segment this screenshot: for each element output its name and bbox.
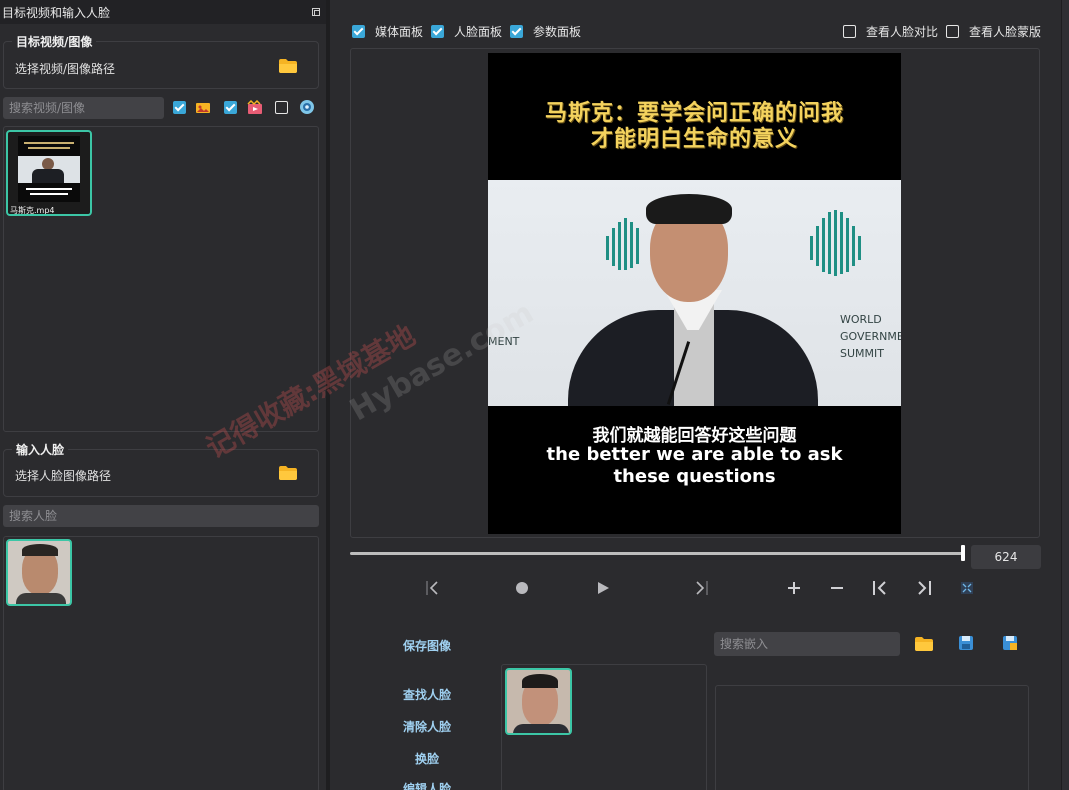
filter-webcam-checkbox[interactable] [275, 101, 288, 114]
video-seek-slider[interactable] [350, 552, 964, 555]
video-scene: MENT WORLD GOVERNMEN SUMMIT [488, 180, 901, 406]
save-image-button[interactable]: 保存图像 [387, 637, 467, 654]
swap-faces-button[interactable]: 换脸 [387, 750, 467, 767]
input-face-item[interactable] [6, 539, 72, 606]
media-list: 马斯克.mp4 [3, 126, 319, 432]
event-logo-left [606, 218, 639, 270]
face-mask-toggle[interactable]: 查看人脸蒙版 [946, 23, 1041, 40]
detected-face-item[interactable] [505, 668, 572, 735]
record-button[interactable] [513, 579, 531, 597]
face-compare-label: 查看人脸对比 [866, 25, 939, 39]
open-face-folder-icon[interactable] [279, 466, 297, 480]
add-marker-button[interactable] [785, 579, 803, 597]
skip-back-icon [873, 581, 886, 595]
frame-number-field[interactable]: 624 [971, 545, 1041, 569]
params-panel-toggle[interactable]: 参数面板 [510, 23, 581, 40]
input-face-path-label: 选择人脸图像路径 [15, 469, 112, 483]
previous-frame-button[interactable] [424, 579, 442, 597]
fit-to-screen-icon [961, 582, 973, 594]
undock-icon[interactable] [312, 8, 320, 16]
media-item[interactable]: 马斯克.mp4 [6, 130, 92, 216]
face-panel-label: 人脸面板 [454, 25, 503, 39]
params-panel-checkbox[interactable] [510, 25, 523, 38]
embedding-list [715, 685, 1029, 790]
target-media-group: 目标视频/图像 选择视频/图像路径 [3, 33, 319, 89]
left-panel-title: 目标视频和输入人脸 [0, 0, 326, 24]
image-icon [195, 100, 211, 116]
record-icon [516, 582, 528, 594]
scene-text-right-2: GOVERNMEN [840, 330, 901, 343]
fit-view-button[interactable] [958, 579, 976, 597]
speaker-hair [646, 194, 732, 224]
target-media-path-label: 选择视频/图像路径 [15, 62, 116, 76]
chevron-left-icon [426, 581, 438, 595]
remove-marker-button[interactable] [828, 579, 846, 597]
find-faces-button[interactable]: 查找人脸 [387, 686, 467, 703]
previous-marker-button[interactable] [871, 579, 889, 597]
search-faces-input[interactable] [3, 505, 319, 527]
left-panel: 目标视频和输入人脸 目标视频/图像 选择视频/图像路径 搜索视频/图像 马斯克.… [0, 0, 326, 790]
play-button[interactable] [594, 579, 612, 597]
face-panel-toggle[interactable]: 人脸面板 [431, 23, 502, 40]
skip-forward-icon [918, 581, 931, 595]
video-caption-bottom-zh: 我们就越能回答好这些问题 [592, 426, 797, 446]
face-mask-checkbox[interactable] [946, 25, 959, 38]
scene-text-right-1: WORLD [840, 313, 882, 326]
edit-faces-button[interactable]: 编辑人脸 [387, 780, 467, 790]
search-videos-input[interactable] [3, 97, 164, 119]
right-panel: 媒体面板 人脸面板 参数面板 查看人脸对比 查看人脸蒙版 马斯克：要学会问正确的… [330, 0, 1069, 790]
plus-icon [788, 582, 800, 594]
video-seek-handle[interactable] [961, 545, 965, 561]
filter-videos-checkbox[interactable] [224, 101, 237, 114]
media-panel-checkbox[interactable] [352, 25, 365, 38]
face-compare-checkbox[interactable] [843, 25, 856, 38]
face-compare-toggle[interactable]: 查看人脸对比 [843, 23, 938, 40]
app-window: 目标视频和输入人脸 目标视频/图像 选择视频/图像路径 搜索视频/图像 马斯克.… [0, 0, 1069, 790]
face-mask-label: 查看人脸蒙版 [969, 25, 1042, 39]
media-item-label: 马斯克.mp4 [10, 206, 55, 215]
video-caption-bottom-en-1: the better we are able to ask [546, 444, 843, 465]
media-thumbnail [18, 136, 80, 202]
open-folder-icon[interactable] [279, 59, 297, 73]
input-face-group: 输入人脸 选择人脸图像路径 [3, 441, 319, 497]
face-panel-checkbox[interactable] [431, 25, 444, 38]
media-panel-label: 媒体面板 [375, 25, 424, 39]
clear-faces-button[interactable]: 清除人脸 [387, 718, 467, 735]
next-marker-button[interactable] [915, 579, 933, 597]
next-frame-button[interactable] [692, 579, 710, 597]
detected-face-list [501, 664, 707, 790]
video-caption-bottom-en-2: these questions [613, 466, 776, 487]
scene-text-right-3: SUMMIT [840, 347, 884, 360]
save-embedding-icon[interactable] [958, 635, 976, 653]
video-preview[interactable]: 马斯克：要学会问正确的问我 才能明白生命的意义 MENT WORLD GOVER… [488, 53, 901, 534]
open-embedding-folder-icon[interactable] [915, 635, 933, 653]
webcam-icon [299, 99, 315, 115]
params-panel-label: 参数面板 [533, 25, 582, 39]
filter-images-checkbox[interactable] [173, 101, 186, 114]
frame-number-value: 624 [994, 550, 1018, 564]
search-embedding-input[interactable] [714, 632, 900, 656]
input-face-group-title: 输入人脸 [12, 441, 69, 458]
play-icon [598, 582, 609, 594]
right-scrollbar[interactable] [1061, 0, 1069, 790]
media-panel-toggle[interactable]: 媒体面板 [352, 23, 423, 40]
minus-icon [831, 587, 843, 589]
scene-text-left: MENT [488, 335, 520, 348]
event-logo-right [810, 210, 861, 276]
video-icon [247, 99, 263, 116]
target-media-group-title: 目标视频/图像 [12, 33, 97, 50]
left-panel-title-text: 目标视频和输入人脸 [2, 5, 111, 20]
save-embedding-as-icon[interactable] [1002, 635, 1020, 653]
chevron-right-icon [696, 581, 708, 595]
video-caption-top-2: 才能明白生命的意义 [590, 127, 798, 152]
input-face-list [3, 536, 319, 790]
